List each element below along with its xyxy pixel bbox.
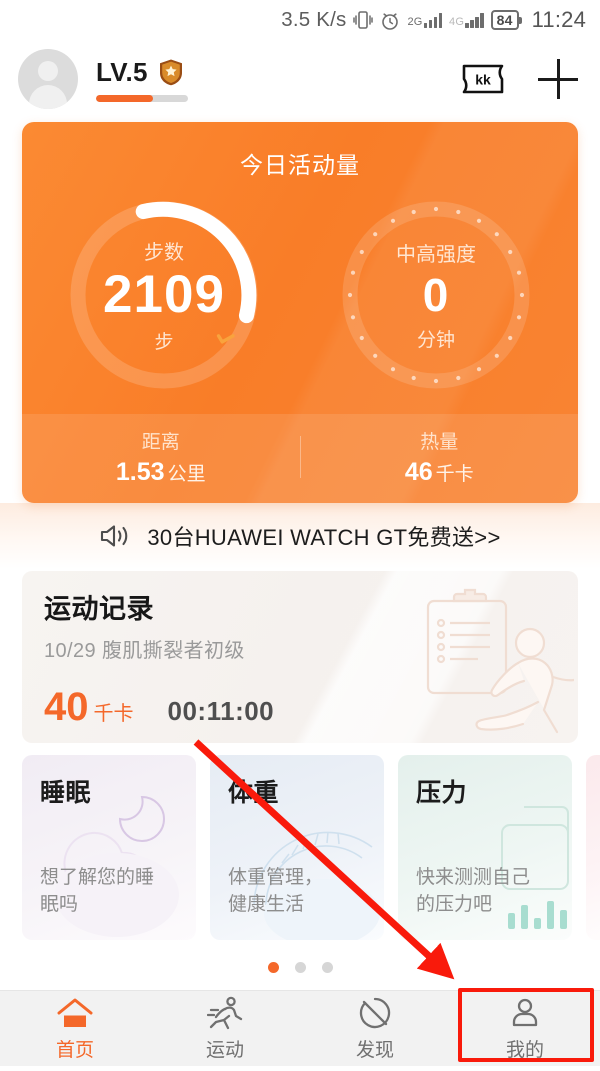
level-progress-bar [96, 94, 188, 102]
add-button[interactable] [538, 59, 578, 99]
nav-item-exercise[interactable]: 运动 [150, 996, 300, 1062]
nav-item-mine-label: 我的 [505, 1039, 544, 1061]
running-icon [207, 996, 243, 1030]
promo-banner-text: 30台HUAWEI WATCH GT免费送>> [147, 525, 501, 550]
home-icon [56, 996, 94, 1030]
nav-item-discover[interactable]: 发现 [300, 996, 450, 1062]
sim1-network-label: 2G [407, 15, 423, 28]
discover-icon [358, 996, 392, 1030]
battery-indicator: 84 [490, 10, 522, 30]
distance-unit: 公里 [167, 464, 206, 485]
steps-unit: 步 [154, 332, 174, 353]
sim2-network-label: 4G [449, 15, 465, 28]
calories-unit: 千卡 [435, 464, 474, 485]
card-weight-desc: 体重管理， 健康生活 [228, 867, 324, 915]
calories-stat[interactable]: 热量 46 千卡 [301, 427, 579, 487]
nav-item-home-label: 首页 [55, 1039, 94, 1061]
calories-value: 46 [404, 458, 433, 486]
shield-star-badge-icon [158, 58, 184, 86]
vibrate-icon [353, 9, 374, 31]
intensity-value: 0 [422, 269, 450, 321]
card-stress[interactable]: 压力 快来测测自己 的压力吧 [398, 755, 572, 940]
distance-stat[interactable]: 距离 1.53 公里 [22, 427, 300, 487]
card-sleep[interactable]: 睡眠 想了解您的睡 眠吗 [22, 755, 196, 940]
steps-label: 步数 [144, 242, 184, 264]
today-activity-card[interactable]: 今日活动量 步数 2109 步 中高强度 0 分钟 距离 1.53 公里 热量 … [22, 122, 578, 503]
card-weight-title: 体重 [228, 779, 280, 807]
record-calories: 40 [44, 685, 89, 729]
promo-banner[interactable]: 30台HUAWEI WATCH GT免费送>> [0, 503, 600, 569]
health-cards-carousel[interactable]: 睡眠 想了解您的睡 眠吗 体重 体重管理， 健康生活 压力 快来测测自己 的压力… [0, 743, 600, 940]
activity-rings: 步数 2109 步 中高强度 0 分钟 [22, 186, 578, 414]
card-weight[interactable]: 体重 体重管理， 健康生活 [210, 755, 384, 940]
level-block[interactable]: LV.5 [96, 57, 188, 102]
intensity-label: 中高强度 [396, 244, 476, 266]
distance-label: 距离 [141, 432, 180, 453]
pager-dot-1[interactable] [267, 962, 279, 973]
activity-summary-row: 距离 1.53 公里 热量 46 千卡 [22, 414, 578, 503]
calories-label: 热量 [420, 432, 459, 453]
svg-text:kk: kk [475, 72, 491, 88]
clock-time: 11:24 [531, 7, 586, 32]
person-icon [508, 996, 542, 1030]
status-bar: 3.5 K/s 2G 4G 84 11:24 [0, 0, 600, 40]
level-label: LV.5 [96, 56, 148, 87]
card-stress-title: 压力 [416, 779, 468, 807]
card-stress-desc: 快来测测自己 的压力吧 [416, 867, 531, 915]
activity-card-title: 今日活动量 [240, 152, 360, 178]
profile-header: LV.5 kk [0, 40, 600, 118]
nav-item-mine[interactable]: 我的 [450, 996, 600, 1062]
intensity-ring[interactable]: 中高强度 0 分钟 [331, 190, 541, 400]
speaker-icon [99, 522, 131, 550]
distance-value: 1.53 [115, 458, 165, 486]
pager-dot-2[interactable] [294, 962, 306, 973]
network-speed: 3.5 K/s [281, 8, 347, 31]
record-subtitle: 10/29 腹肌撕裂者初级 [44, 640, 245, 662]
bottom-nav[interactable]: 首页 运动 发现 我的 [0, 990, 600, 1066]
ticket-kk-icon[interactable]: kk [462, 64, 504, 94]
record-calories-unit: 千卡 [93, 703, 134, 725]
nav-item-exercise-label: 运动 [205, 1039, 244, 1061]
steps-value: 2109 [103, 265, 225, 324]
card-sleep-desc: 想了解您的睡 眠吗 [40, 867, 155, 915]
exercise-record-card[interactable]: 运动记录 10/29 腹肌撕裂者初级 40 千卡 00:11:00 [22, 571, 578, 743]
avatar[interactable] [18, 49, 78, 109]
alarm-icon [380, 10, 400, 31]
intensity-unit: 分钟 [416, 330, 455, 351]
nav-item-discover-label: 发现 [355, 1039, 394, 1061]
nav-item-home[interactable]: 首页 [0, 996, 150, 1062]
steps-ring[interactable]: 步数 2109 步 [59, 190, 269, 400]
carousel-pager[interactable] [0, 940, 600, 973]
sim2-signal: 4G [449, 12, 484, 28]
record-duration: 00:11:00 [167, 696, 275, 726]
card-next-partial[interactable] [586, 755, 600, 940]
record-title: 运动记录 [44, 594, 154, 624]
card-sleep-title: 睡眠 [40, 779, 92, 807]
pager-dot-3[interactable] [321, 962, 333, 973]
sim1-signal: 2G [407, 12, 443, 28]
